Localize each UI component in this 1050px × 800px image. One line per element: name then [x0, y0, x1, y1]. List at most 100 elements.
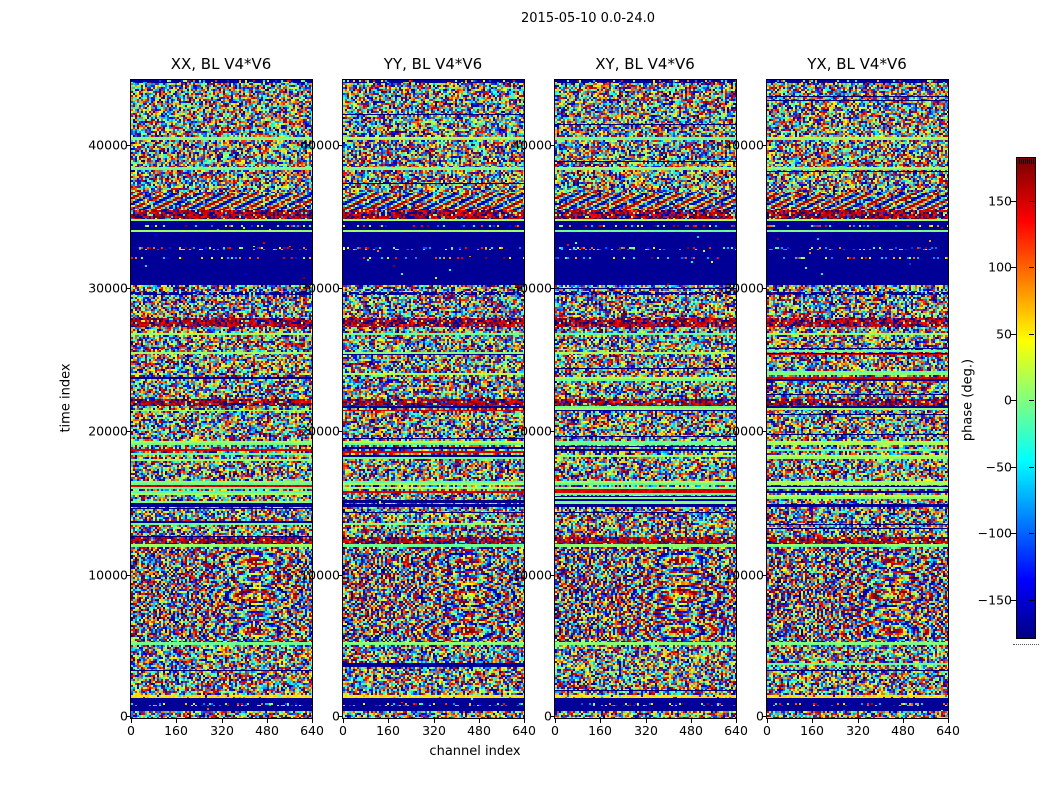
- colorbar-tick-label: 100: [988, 259, 1012, 275]
- colorbar-top-hatch: [1025, 159, 1026, 164]
- y-tick-label: 30000: [724, 280, 764, 296]
- colorbar-tick-dash: [1029, 467, 1034, 468]
- heatmap-panel-yx: [766, 79, 949, 719]
- y-tick-label: 0: [332, 708, 340, 724]
- y-tick-label: 30000: [512, 280, 552, 296]
- x-tick-label: 0: [339, 723, 347, 738]
- x-tick-label: 0: [551, 723, 559, 738]
- heatmap-panel-xy: [554, 79, 737, 719]
- x-tick-mark: [131, 718, 132, 723]
- x-tick-label: 0: [763, 723, 771, 738]
- x-tick-label: 320: [634, 723, 658, 738]
- x-tick-label: 320: [210, 723, 234, 738]
- x-tick-mark: [858, 718, 859, 723]
- x-tick-label: 640: [300, 723, 324, 738]
- x-tick-mark: [434, 718, 435, 723]
- heatmap-panel-yy: [342, 79, 525, 719]
- y-tick-label: 40000: [512, 137, 552, 153]
- x-tick-label: 320: [422, 723, 446, 738]
- colorbar-top-hatch: [1019, 159, 1020, 164]
- colorbar-tick-dash: [1029, 334, 1034, 335]
- panel-title-xx: XX, BL V4*V6: [170, 55, 272, 73]
- x-tick-mark: [176, 718, 177, 723]
- heatmap-panel-xx: [130, 79, 313, 719]
- colorbar-tick-mark: [1011, 533, 1017, 534]
- x-tick-mark: [222, 718, 223, 723]
- x-tick-label: 480: [255, 723, 279, 738]
- x-tick-label: 320: [846, 723, 870, 738]
- x-tick-label: 480: [679, 723, 703, 738]
- x-tick-mark: [948, 718, 949, 723]
- x-tick-mark: [691, 718, 692, 723]
- x-tick-label: 160: [588, 723, 612, 738]
- y-tick-label: 10000: [512, 567, 552, 583]
- x-tick-label: 640: [512, 723, 536, 738]
- x-tick-label: 480: [891, 723, 915, 738]
- colorbar-tick-dash: [1029, 201, 1034, 202]
- colorbar-bottom-dots: [1013, 644, 1039, 645]
- x-tick-mark: [555, 718, 556, 723]
- panel-title-yy: YY, BL V4*V6: [383, 55, 483, 73]
- x-tick-label: 160: [800, 723, 824, 738]
- colorbar-top-hatch: [1031, 159, 1032, 164]
- colorbar-tick-mark: [1011, 600, 1017, 601]
- x-tick-mark: [600, 718, 601, 723]
- colorbar-tick-label: −100: [977, 525, 1012, 541]
- colorbar: [1016, 157, 1036, 639]
- y-tick-label: 20000: [88, 423, 128, 439]
- y-tick-label: 20000: [512, 423, 552, 439]
- x-tick-mark: [903, 718, 904, 723]
- colorbar-top-hatch: [1033, 159, 1034, 164]
- y-tick-label: 30000: [300, 280, 340, 296]
- colorbar-tick-mark: [1011, 201, 1017, 202]
- colorbar-tick-mark: [1011, 467, 1017, 468]
- colorbar-tick-mark: [1011, 267, 1017, 268]
- y-tick-label: 10000: [724, 567, 764, 583]
- y-tick-label: 40000: [88, 137, 128, 153]
- x-tick-label: 0: [127, 723, 135, 738]
- colorbar-tick-label: −150: [977, 592, 1012, 608]
- y-tick-label: 10000: [88, 567, 128, 583]
- colorbar-top-hatch: [1021, 159, 1022, 164]
- colorbar-top-hatch: [1029, 159, 1030, 164]
- y-tick-label: 0: [120, 708, 128, 724]
- panel-title-xy: XY, BL V4*V6: [595, 55, 695, 73]
- colorbar-tick-mark: [1011, 400, 1017, 401]
- y-tick-label: 0: [544, 708, 552, 724]
- colorbar-tick-label: 0: [1004, 392, 1012, 408]
- y-tick-label: 20000: [724, 423, 764, 439]
- colorbar-tick-dash: [1029, 600, 1034, 601]
- y-tick-label: 10000: [300, 567, 340, 583]
- x-tick-label: 640: [724, 723, 748, 738]
- x-tick-label: 480: [467, 723, 491, 738]
- colorbar-tick-dash: [1029, 400, 1034, 401]
- x-tick-mark: [388, 718, 389, 723]
- y-tick-label: 40000: [724, 137, 764, 153]
- colorbar-tick-dash: [1029, 267, 1034, 268]
- colorbar-top-hatch: [1027, 159, 1028, 164]
- panel-title-yx: YX, BL V4*V6: [807, 55, 907, 73]
- y-tick-label: 20000: [300, 423, 340, 439]
- colorbar-top-hatch: [1023, 159, 1024, 164]
- x-axis-label: channel index: [429, 744, 521, 759]
- figure-title: 2015-05-10 0.0-24.0: [521, 11, 655, 26]
- x-tick-mark: [812, 718, 813, 723]
- colorbar-tick-label: 50: [996, 326, 1012, 342]
- y-tick-label: 30000: [88, 280, 128, 296]
- x-tick-mark: [767, 718, 768, 723]
- x-tick-mark: [343, 718, 344, 723]
- x-tick-mark: [479, 718, 480, 723]
- y-axis-label: time index: [58, 363, 74, 433]
- colorbar-tick-label: 150: [988, 193, 1012, 209]
- y-tick-label: 0: [756, 708, 764, 724]
- x-tick-label: 640: [936, 723, 960, 738]
- x-tick-label: 160: [164, 723, 188, 738]
- y-tick-label: 40000: [300, 137, 340, 153]
- colorbar-tick-label: −50: [985, 459, 1012, 475]
- x-tick-mark: [267, 718, 268, 723]
- colorbar-tick-mark: [1011, 334, 1017, 335]
- x-tick-label: 160: [376, 723, 400, 738]
- colorbar-tick-dash: [1029, 533, 1034, 534]
- figure: 2015-05-10 0.0-24.0 XX, BL V4*V6 YY, BL …: [0, 0, 1050, 800]
- x-tick-mark: [646, 718, 647, 723]
